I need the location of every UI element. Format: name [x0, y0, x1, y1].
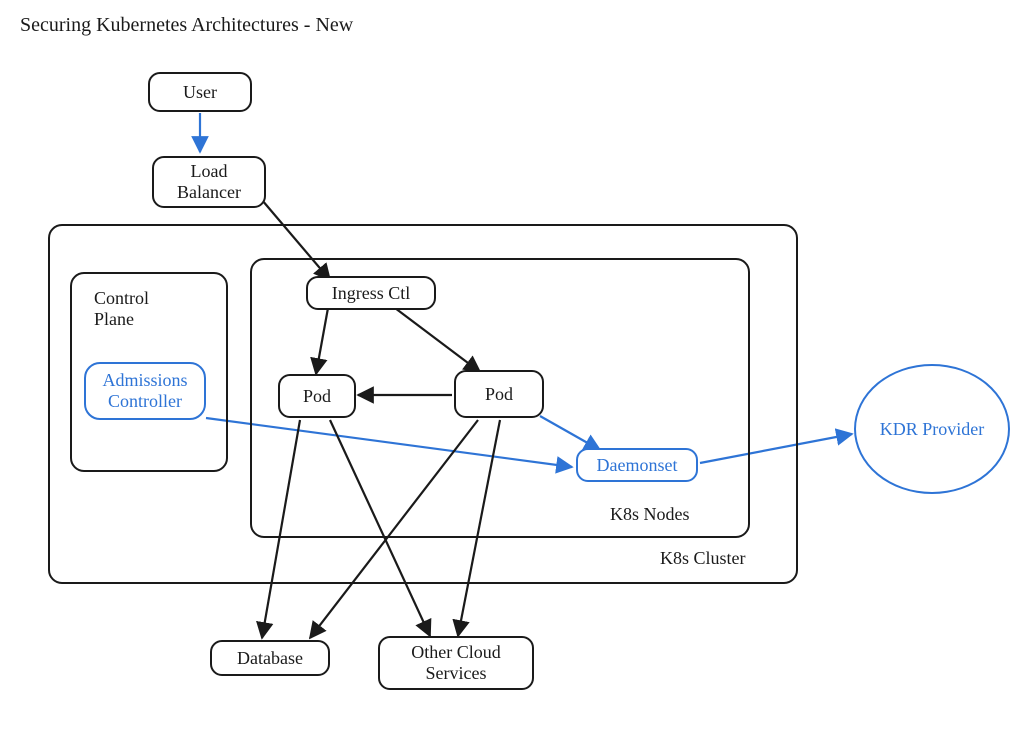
- node-database: Database: [210, 640, 330, 676]
- node-load-balancer: Load Balancer: [152, 156, 266, 208]
- node-user: User: [148, 72, 252, 112]
- node-admissions-controller: Admissions Controller: [84, 362, 206, 420]
- label-control-plane: Control Plane: [94, 288, 149, 329]
- diagram-canvas: { "title": "Securing Kubernetes Architec…: [0, 0, 1024, 736]
- node-ingress-ctl: Ingress Ctl: [306, 276, 436, 310]
- label-k8s-nodes: K8s Nodes: [610, 504, 690, 525]
- diagram-title: Securing Kubernetes Architectures - New: [20, 14, 353, 37]
- node-pod-right: Pod: [454, 370, 544, 418]
- node-daemonset: Daemonset: [576, 448, 698, 482]
- label-k8s-cluster: K8s Cluster: [660, 548, 746, 569]
- node-kdr-provider: KDR Provider: [854, 364, 1010, 494]
- node-other-cloud-services: Other Cloud Services: [378, 636, 534, 690]
- node-pod-left: Pod: [278, 374, 356, 418]
